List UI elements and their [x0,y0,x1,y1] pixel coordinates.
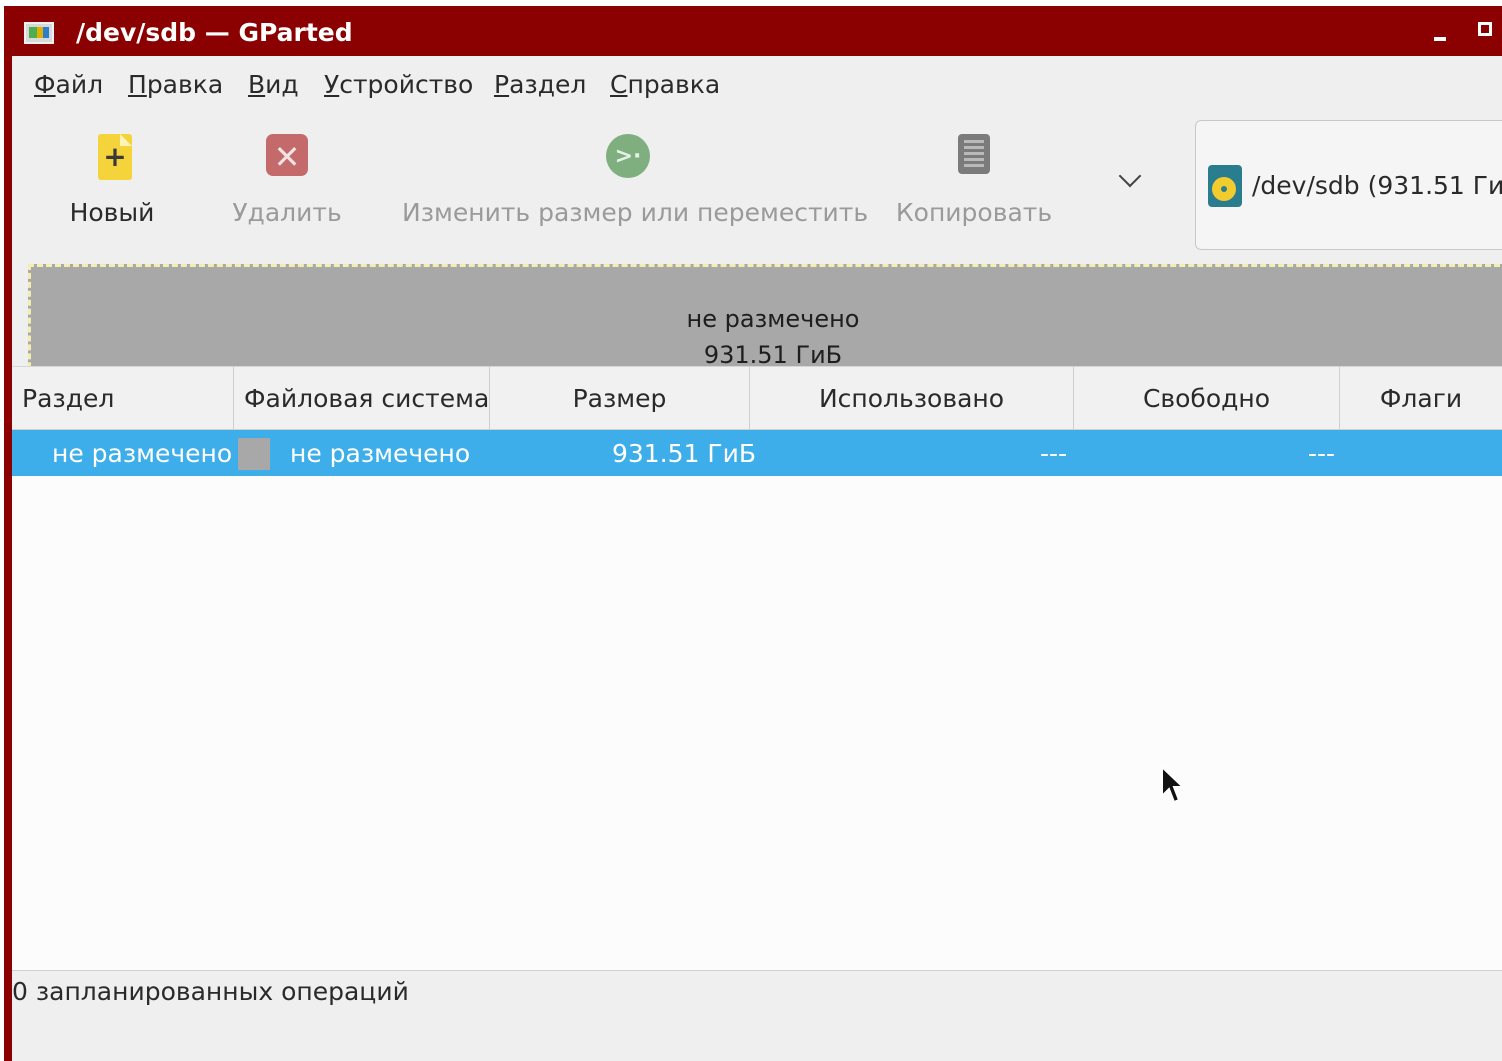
partition-table-header: Раздел Файловая система Размер Использов… [12,366,1502,430]
menu-edit-label: равка [146,70,224,99]
device-selector-label: /dev/sdb (931.51 ГиБ) [1252,171,1502,200]
delete-partition-label: Удалить [232,198,342,227]
menu-help-mnemonic: С [610,70,628,99]
toolbar-overflow-chevron-icon[interactable] [1116,166,1144,194]
partition-table-body: не размечено не размечено 931.51 ГиБ ---… [12,430,1502,970]
minimize-button[interactable] [1426,16,1456,46]
menu-edit-mnemonic: П [128,70,147,99]
copy-partition-label: Копировать [895,198,1053,227]
pending-operations-status: 0 запланированных операций [12,977,409,1006]
resize-move-icon: >· [606,134,650,178]
gparted-app-icon[interactable] [24,22,54,44]
copy-partition-button[interactable]: Копировать [894,116,1054,246]
row-filesystem: не размечено [290,439,471,468]
device-selector[interactable]: /dev/sdb (931.51 ГиБ) [1195,120,1502,250]
row-used: --- [1040,439,1068,468]
menu-file[interactable]: Файл [34,70,103,99]
arrows-icon: >· [614,144,642,169]
column-header-partition[interactable]: Раздел [12,367,234,429]
column-header-free[interactable]: Свободно [1074,367,1340,429]
delete-icon: ✕ [266,134,308,176]
cross-icon: ✕ [273,138,301,176]
app-window: /dev/sdb — GParted Файл Правка Вид Устро… [4,6,1502,1061]
title-bar[interactable]: /dev/sdb — GParted [4,6,1502,56]
menu-edit[interactable]: Правка [128,70,223,99]
copy-icon [958,134,990,174]
disk-graphic-text: не размечено 931.51 ГиБ [31,301,1502,373]
column-header-filesystem[interactable]: Файловая система [234,367,490,429]
window-title: /dev/sdb — GParted [76,18,353,47]
hard-disk-icon [1208,165,1242,207]
menu-view-label: ид [265,70,299,99]
table-row[interactable]: не размечено не размечено 931.51 ГиБ ---… [12,430,1502,476]
column-header-used[interactable]: Использовано [750,367,1074,429]
menu-partition[interactable]: Раздел [494,70,586,99]
menu-device-label: стройство [339,70,474,99]
menu-device[interactable]: Устройство [324,70,473,99]
status-bar: 0 запланированных операций [12,970,1502,1012]
new-partition-label: Новый [69,198,155,227]
disk-graphic-label: не размечено [686,305,860,333]
new-partition-button[interactable]: + Новый [52,116,172,246]
delete-partition-button[interactable]: ✕ Удалить [222,116,352,246]
row-partition: не размечено [52,439,233,468]
new-partition-icon: + [98,134,132,180]
row-free: --- [1308,439,1336,468]
menu-help-label: правка [627,70,721,99]
resize-move-button[interactable]: >· Изменить размер или переместить [402,116,869,246]
menu-partition-mnemonic: Р [494,70,510,99]
menu-view-mnemonic: В [248,70,266,99]
menu-partition-label: аздел [509,70,587,99]
menu-help[interactable]: Справка [610,70,720,99]
filesystem-color-swatch [238,438,270,470]
menu-view[interactable]: Вид [248,70,299,99]
menu-file-mnemonic: Ф [34,70,56,99]
menu-file-label: айл [55,70,104,99]
resize-move-label: Изменить размер или переместить [402,198,869,227]
mouse-cursor-icon [1161,766,1186,804]
column-header-size[interactable]: Размер [490,367,750,429]
column-header-flags[interactable]: Флаги [1340,367,1502,429]
row-size: 931.51 ГиБ [612,439,757,468]
maximize-button[interactable] [1472,16,1502,46]
menu-bar: Файл Правка Вид Устройство Раздел Справк… [12,56,1502,114]
plus-icon: + [103,140,127,173]
menu-device-mnemonic: У [324,70,340,99]
